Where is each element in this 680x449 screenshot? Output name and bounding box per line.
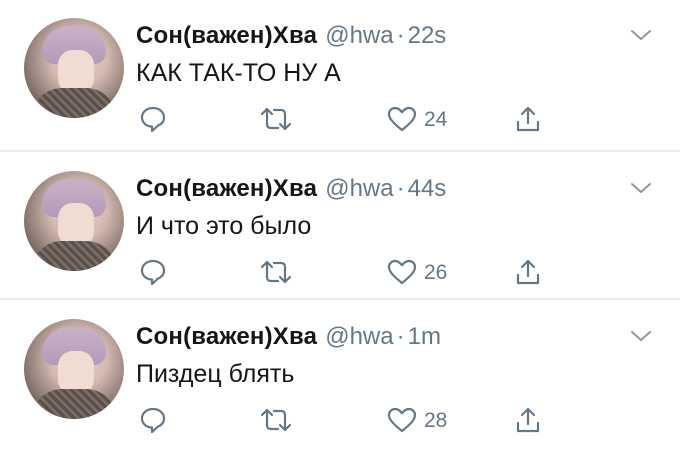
author-handle[interactable]: @hwa — [325, 22, 393, 49]
avatar[interactable] — [24, 319, 124, 419]
retweet-button[interactable] — [258, 104, 294, 134]
timestamp[interactable]: 22s — [408, 22, 447, 49]
reply-button[interactable] — [138, 405, 168, 435]
retweet-button[interactable] — [258, 405, 294, 435]
tweet-header: Сон(важен)Хва @hwa · 44s — [136, 173, 446, 205]
heart-icon — [386, 405, 418, 435]
divider — [0, 298, 680, 300]
chevron-down-icon[interactable] — [630, 28, 652, 42]
chevron-down-icon[interactable] — [630, 181, 652, 195]
share-icon — [513, 405, 543, 435]
author-handle[interactable]: @hwa — [325, 175, 393, 202]
share-icon — [513, 257, 543, 287]
retweet-button[interactable] — [258, 257, 294, 287]
tweet[interactable]: Сон(важен)Хва @hwa · 1m Пиздец блять 28 — [0, 301, 680, 449]
reply-icon — [138, 257, 168, 287]
retweet-icon — [258, 257, 294, 287]
reply-button[interactable] — [138, 104, 168, 134]
retweet-icon — [258, 104, 294, 134]
avatar[interactable] — [24, 171, 124, 271]
tweet[interactable]: Сон(важен)Хва @hwa·44s И что это было — [0, 153, 680, 301]
reply-icon — [138, 104, 168, 134]
chevron-down-icon[interactable] — [630, 329, 652, 343]
tweet-actions: 28 — [0, 405, 680, 437]
tweet-actions: 26 — [0, 257, 680, 289]
like-button[interactable] — [386, 405, 418, 435]
reply-icon — [138, 405, 168, 435]
share-icon — [513, 104, 543, 134]
tweet-header: Сон(важен)Хва @hwa · 1m — [136, 321, 441, 353]
share-button[interactable] — [513, 257, 543, 287]
like-button[interactable] — [386, 257, 418, 287]
author-name[interactable]: Сон(важен)Хва — [136, 323, 317, 350]
separator-dot: · — [396, 323, 405, 350]
share-button[interactable] — [513, 405, 543, 435]
divider — [0, 150, 680, 152]
tweet-feed: Сон(важен)Хва@hwa·22s КАК ТАК-ТО НУ А — [0, 0, 680, 448]
like-count: 24 — [424, 108, 448, 131]
timestamp[interactable]: 1m — [408, 323, 441, 350]
tweet-text: Пиздец блять — [136, 360, 295, 388]
tweet-text: КАК ТАК-ТО НУ А — [136, 59, 341, 87]
separator-dot: · — [396, 175, 405, 202]
timestamp[interactable]: 44s — [408, 175, 447, 202]
like-count: 28 — [424, 409, 448, 432]
tweet-text: И что это было — [136, 212, 312, 240]
share-button[interactable] — [513, 104, 543, 134]
author-handle[interactable]: @hwa — [325, 323, 393, 350]
retweet-icon — [258, 405, 294, 435]
avatar[interactable] — [24, 18, 124, 118]
like-button[interactable] — [386, 104, 418, 134]
heart-icon — [386, 257, 418, 287]
tweet-actions: 24 — [0, 104, 680, 136]
tweet[interactable]: Сон(важен)Хва @hwa·22s КАК ТАК-ТО НУ А — [0, 0, 680, 148]
tweet-header: Сон(важен)Хва @hwa · 22s — [136, 20, 446, 52]
separator-dot: · — [396, 22, 405, 49]
author-name[interactable]: Сон(важен)Хва — [136, 22, 317, 49]
author-name[interactable]: Сон(важен)Хва — [136, 175, 317, 202]
heart-icon — [386, 104, 418, 134]
reply-button[interactable] — [138, 257, 168, 287]
like-count: 26 — [424, 261, 448, 284]
